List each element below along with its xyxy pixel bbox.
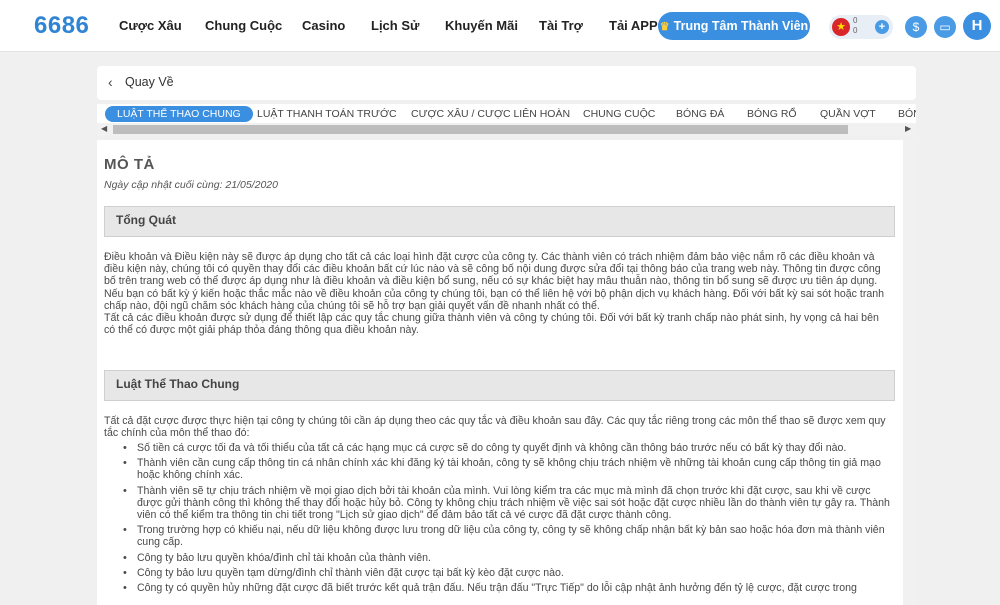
page-title: MÔ TẢ [104,156,155,173]
rules-content: MÔ TẢ Ngày cập nhật cuối cùng: 21/05/202… [97,140,903,605]
tabs-scrollbar-thumb[interactable] [113,125,848,134]
tab-general-sports-rules[interactable]: LUẬT THỂ THAO CHUNG [105,106,253,122]
section-heading-sports-rules: Luật Thể Thao Chung [104,370,895,401]
balance-value: 0 0 [853,16,857,36]
crown-icon: ♛ [659,20,670,33]
nav-item-cuoc-xau[interactable]: Cược Xâu [119,18,182,33]
tabs-scrollbar[interactable]: ◀ ▶ [97,123,916,136]
sports-rules-list: Số tiền cá cược tối đa và tối thiểu của … [121,442,891,597]
tab-early-settlement[interactable]: LUẬT THANH TOÁN TRƯỚC [257,106,397,122]
wallet-balance[interactable]: ★ 0 0 + [829,15,893,39]
vietnam-flag-icon: ★ [832,18,850,36]
tab-football[interactable]: BÓNG ĐÁ [676,106,724,122]
tab-tennis[interactable]: QUẦN VỢT [820,106,876,122]
nav-item-chung-cuoc[interactable]: Chung Cuộc [205,18,282,33]
site-logo[interactable]: 6686 [34,12,89,40]
section-heading-label: Tổng Quát [116,213,176,227]
nav-item-tai-app[interactable]: Tải APP [609,18,658,33]
back-bar: ‹ Quay Về [97,66,916,100]
add-funds-icon[interactable]: + [875,20,889,34]
member-center-button[interactable]: ♛ Trung Tâm Thành Viên [658,12,810,40]
nav-item-casino[interactable]: Casino [302,18,345,33]
list-item: Thành viên cần cung cấp thông tin cá nhâ… [121,457,891,481]
tab-outright[interactable]: CHUNG CUỘC [583,106,655,122]
tab-parlay[interactable]: CƯỢC XÂU / CƯỢC LIÊN HOÀN [411,106,570,122]
paragraph: Nếu bạn có bất kỳ ý kiến hoặc thắc mắc n… [104,287,885,312]
content-scrollbar[interactable] [903,140,916,605]
nav-item-tai-tro[interactable]: Tài Trợ [539,18,583,33]
list-item: Công ty bảo lưu quyền khóa/đình chỉ tài … [121,552,891,564]
list-item: Công ty có quyền hủy những đặt cược đã b… [121,582,891,594]
list-item: Công ty bảo lưu quyền tạm dừng/đình chỉ … [121,567,891,579]
chevron-left-icon[interactable]: ‹ [108,74,113,90]
scroll-right-icon[interactable]: ▶ [905,124,911,133]
tab-more[interactable]: BÓN [898,106,916,122]
paragraph: Điều khoản và Điều kiện này sẽ được áp d… [104,251,881,288]
section-heading-label: Luật Thể Thao Chung [116,377,240,391]
sports-rules-intro: Tất cả đặt cược được thực hiện tại công … [104,415,886,440]
top-header: 6686 Cược Xâu Chung Cuộc Casino Lịch Sử … [0,0,1000,52]
card-icon[interactable]: ▭ [934,16,956,38]
last-updated: Ngày cập nhật cuối cùng: 21/05/2020 [104,179,278,191]
section-heading-general: Tổng Quát [104,206,895,237]
back-button[interactable]: Quay Về [125,75,174,89]
nav-item-khuyen-mai[interactable]: Khuyến Mãi [445,18,518,33]
balance-main: 0 [853,16,858,25]
list-item: Trong trường hợp có khiếu nại, nếu dữ li… [121,524,891,548]
general-paragraphs: Điều khoản và Điều kiện này sẽ được áp d… [104,251,888,336]
money-bag-icon[interactable]: $ [905,16,927,38]
paragraph: Tất cả các điều khoản được sử dụng để th… [104,312,879,337]
list-item: Số tiền cá cược tối đa và tối thiểu của … [121,442,891,454]
tab-basketball[interactable]: BÓNG RỔ [747,106,797,122]
balance-secondary: 0 [853,26,858,35]
member-center-label: Trung Tâm Thành Viên [673,19,809,33]
nav-item-lich-su[interactable]: Lịch Sử [371,18,419,33]
list-item: Thành viên sẽ tự chịu trách nhiệm về mọi… [121,485,891,522]
scroll-left-icon[interactable]: ◀ [101,124,107,133]
user-avatar[interactable]: H [963,12,991,40]
rules-tabs: LUẬT THỂ THAO CHUNG LUẬT THANH TOÁN TRƯỚ… [97,104,916,136]
